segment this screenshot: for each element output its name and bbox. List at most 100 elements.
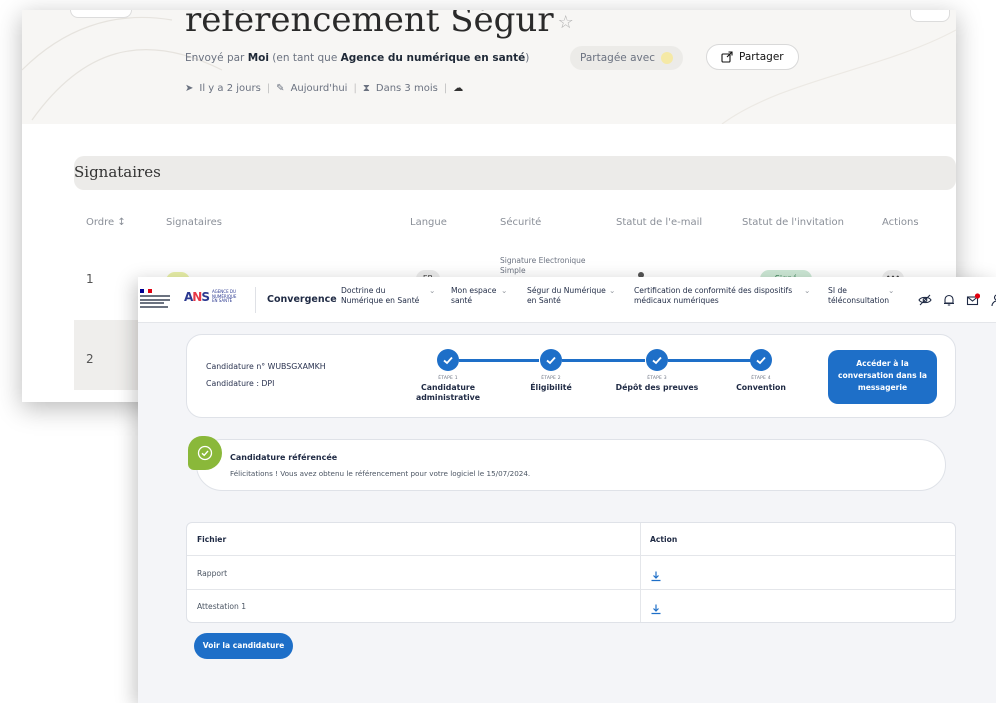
divider <box>255 287 256 313</box>
document-header: référencement Ségur ☆ Envoyé par Moi (en … <box>22 10 956 124</box>
step-connector <box>459 359 539 362</box>
files-table: Fichier Action Rapport Attestation 1 <box>186 522 956 623</box>
ans-logo-mark: ANS <box>184 290 210 304</box>
candidature-number: Candidature n° WUBSGXAMKH <box>206 362 326 371</box>
nav-item-label: SI de <box>828 286 847 295</box>
send-icon: ➤ <box>185 83 194 94</box>
sent-org: Agence du numérique en santé <box>340 52 526 64</box>
divider: | <box>353 83 357 94</box>
step-2-check-icon <box>540 349 562 371</box>
column-security: Sécurité <box>500 217 542 228</box>
share-icon <box>721 51 733 63</box>
chevron-down-icon: ⌄ <box>501 286 508 295</box>
star-icon[interactable]: ☆ <box>558 12 574 33</box>
step-connector <box>562 359 645 362</box>
divider: | <box>443 83 448 94</box>
step-kicker: ÉTAPE 4 <box>751 376 771 381</box>
column-order[interactable]: Ordre ↕ <box>86 217 126 228</box>
bell-icon[interactable] <box>942 292 956 306</box>
nav-item-label: santé <box>451 296 473 305</box>
download-icon[interactable] <box>650 600 662 619</box>
candidature-progress-card: Candidature n° WUBSGXAMKH Candidature : … <box>186 334 956 418</box>
updated-date: Aujourd'hui <box>290 83 348 94</box>
nav-item-mon-espace-sante[interactable]: Mon espace santé ⌄ <box>451 286 507 306</box>
sent-by: Envoyé par Moi (en tant que Agence du nu… <box>185 52 529 64</box>
sent-by-name: Moi <box>247 52 269 64</box>
step-4-check-icon <box>750 349 772 371</box>
step-connector <box>668 359 751 362</box>
convergence-window: ANS AGENCE DU NUMÉRIQUE EN SANTÉ Converg… <box>138 277 996 703</box>
step-kicker: ÉTAPE 3 <box>647 376 667 381</box>
referenced-message: Félicitations ! Vous avez obtenu le réfé… <box>230 469 531 478</box>
sent-middle: (en tant que <box>268 52 341 64</box>
chevron-down-icon: ⌄ <box>429 286 436 295</box>
open-messaging-button[interactable]: Accéder à la conversation dans la messag… <box>828 350 937 404</box>
column-actions: Actions <box>882 217 919 228</box>
column-signers: Signataires <box>166 217 223 228</box>
header-action: Action <box>650 535 678 544</box>
brand-name[interactable]: Convergence <box>267 294 337 305</box>
ans-logo[interactable]: ANS AGENCE DU NUMÉRIQUE EN SANTÉ <box>184 290 242 304</box>
table-header: Fichier Action <box>187 523 955 556</box>
step-label: Candidature administrative <box>415 383 481 402</box>
step-label: Convention <box>736 383 786 392</box>
shared-with-badge[interactable]: Partagée avec <box>570 46 683 70</box>
column-invitation-status: Statut de l'invitation <box>742 217 844 228</box>
share-button[interactable]: Partager <box>706 44 799 70</box>
cloud-icon[interactable]: ☁ <box>453 83 463 94</box>
step-label: Dépôt des preuves <box>615 383 699 392</box>
shared-with-label: Partagée avec <box>580 52 655 64</box>
ans-logo-subtitle: AGENCE DU NUMÉRIQUE EN SANTÉ <box>212 289 237 304</box>
table-row: Attestation 1 <box>187 590 955 622</box>
nav-item-certification[interactable]: Certification de conformité des disposit… <box>634 286 810 306</box>
document-title: référencement Ségur ☆ <box>185 10 574 40</box>
menu-button[interactable] <box>910 10 950 22</box>
chevron-down-icon: ⌄ <box>804 286 811 295</box>
share-button-label: Partager <box>739 51 784 63</box>
nav-item-label: Mon espace <box>451 286 497 295</box>
sent-prefix: Envoyé par <box>185 52 248 64</box>
step-label: Éligibilité <box>530 383 572 392</box>
nav-item-label: Ségur du Numérique <box>527 286 606 295</box>
eye-off-icon[interactable] <box>918 292 932 306</box>
sent-suffix: ) <box>525 52 530 64</box>
view-candidature-button[interactable]: Voir la candidature <box>194 633 293 659</box>
user-icon[interactable] <box>990 292 996 307</box>
hourglass-icon: ⧗ <box>362 83 370 94</box>
shared-user-avatar <box>660 52 673 64</box>
step-kicker: ÉTAPE 1 <box>438 376 458 381</box>
mail-icon[interactable] <box>966 292 981 306</box>
republique-francaise-logo[interactable] <box>140 289 176 311</box>
nav-item-label: Numérique en Santé <box>341 296 420 305</box>
step-3: ÉTAPE 3 Dépôt des preuves <box>612 376 702 393</box>
nav-icons <box>918 292 996 307</box>
nav-item-label: Certification de conformité des disposit… <box>634 286 793 295</box>
nav-item-segur[interactable]: Ségur du Numérique en Santé ⌄ <box>527 286 615 306</box>
created-date: Il y a 2 jours <box>199 83 261 94</box>
column-email-status: Statut de l'e-mail <box>616 217 703 228</box>
signer-order: 1 <box>86 272 94 286</box>
nav-item-label: en Santé <box>527 296 561 305</box>
security-level: Signature Electronique Simple <box>500 256 586 275</box>
step-3-check-icon <box>646 349 668 371</box>
back-button[interactable] <box>70 10 132 18</box>
document-title-text: référencement Ségur <box>185 10 554 40</box>
column-language: Langue <box>410 217 447 228</box>
referenced-notice <box>196 439 946 491</box>
step-kicker: ÉTAPE 2 <box>541 376 561 381</box>
table-row: Rapport <box>187 557 955 590</box>
edit-icon: ✎ <box>276 83 285 94</box>
step-1-check-icon <box>437 349 459 371</box>
file-name: Rapport <box>197 569 228 578</box>
nav-item-doctrine[interactable]: Doctrine du Numérique en Santé ⌄ <box>341 286 435 306</box>
check-circle-icon <box>188 436 222 470</box>
step-2: ÉTAPE 2 Éligibilité <box>506 376 596 393</box>
download-icon[interactable] <box>650 567 662 586</box>
chevron-down-icon: ⌄ <box>609 286 616 295</box>
nav-item-label: médicaux numériques <box>634 296 719 305</box>
expiry-date: Dans 3 mois <box>375 83 438 94</box>
step-1: ÉTAPE 1 Candidature administrative <box>403 376 493 403</box>
nav-item-label: téléconsultation <box>828 296 890 305</box>
document-dates: ➤ Il y a 2 jours | ✎ Aujourd'hui | ⧗ Dan… <box>185 83 463 94</box>
nav-item-teleconsultation[interactable]: SI de téléconsultation ⌄ <box>828 286 894 306</box>
